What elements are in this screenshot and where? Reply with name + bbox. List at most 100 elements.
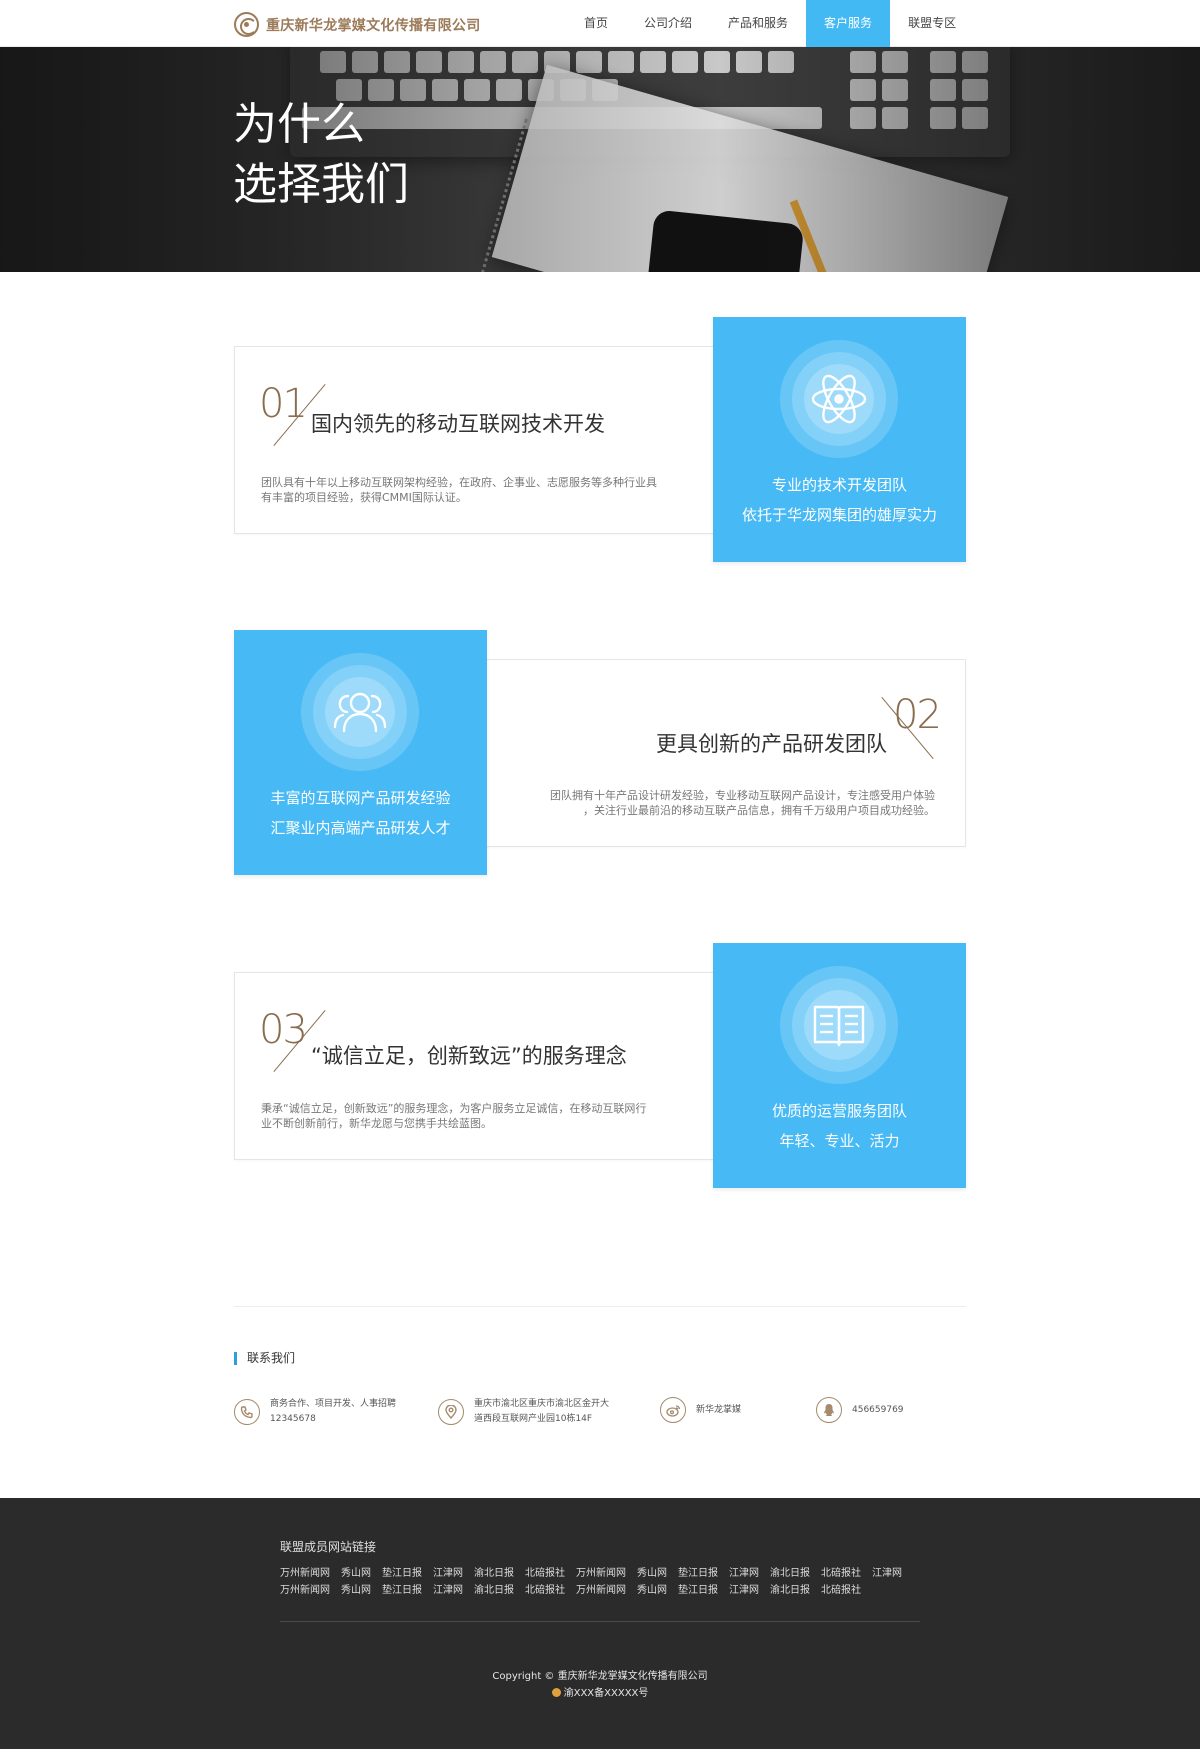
contact-item-qq[interactable]: 456659769 — [816, 1397, 904, 1423]
logo-icon — [234, 12, 259, 37]
footer-link[interactable]: 渝北日报 — [770, 1581, 810, 1596]
logo[interactable]: 重庆新华龙掌媒文化传播有限公司 — [234, 12, 481, 37]
footer-link[interactable]: 渝北日报 — [474, 1581, 514, 1596]
contact-line: 重庆市渝北区重庆市渝北区金开大 — [474, 1399, 610, 1409]
contact-line: 商务合作、项目开发、人事招聘 — [270, 1399, 397, 1409]
footer-link[interactable]: 万州新闻网 — [280, 1581, 330, 1596]
nav-item-about[interactable]: 公司介绍 — [626, 0, 710, 47]
feature-desc-line: 秉承“诚信立足，创新致远”的服务理念，为客户服务立足诚信，在移动互联网行 — [261, 1102, 647, 1115]
footer-link[interactable]: 北碚报社 — [821, 1564, 861, 1579]
feature-highlight-line2: 依托于华龙网集团的雄厚实力 — [741, 506, 937, 524]
main-nav: 首页 公司介绍 产品和服务 客户服务 联盟专区 — [566, 0, 974, 47]
footer-link[interactable]: 万州新闻网 — [576, 1564, 626, 1579]
contact-line: 新华龙掌媒 — [696, 1404, 742, 1415]
contact-item-weibo[interactable]: 新华龙掌媒 — [660, 1397, 741, 1423]
footer-link[interactable]: 江津网 — [729, 1581, 759, 1596]
footer-link[interactable]: 江津网 — [872, 1564, 902, 1579]
contact-text: 新华龙掌媒 — [696, 1403, 741, 1418]
feature-number-text: 03 — [259, 1007, 308, 1053]
phone-icon — [234, 1399, 260, 1425]
footer-link[interactable]: 江津网 — [433, 1564, 463, 1579]
feature-number-2: 02 — [877, 692, 947, 759]
footer-link[interactable]: 秀山网 — [637, 1564, 667, 1579]
feature-highlight-line2: 年轻、专业、活力 — [779, 1132, 900, 1150]
feature-card-2: 更具创新的产品研发团队 02 团队拥有十年产品设计研发经验，专业移动互联网产品设… — [484, 659, 966, 847]
footer-link[interactable]: 垫江日报 — [382, 1581, 422, 1596]
footer-link[interactable]: 万州新闻网 — [280, 1564, 330, 1579]
feature-desc-2: 团队拥有十年产品设计研发经验，专业移动互联网产品设计，专注感受用户体验 ，关注行… — [515, 788, 935, 818]
feature-highlight-3: 优质的运营服务团队 年轻、专业、活力 — [713, 943, 966, 1188]
contact-text: 456659769 — [852, 1403, 904, 1418]
contact-line: 道西段互联网产业园10栋14F — [474, 1414, 593, 1424]
feature-desc-3: 秉承“诚信立足，创新致远”的服务理念，为客户服务立足诚信，在移动互联网行 业不断… — [261, 1101, 681, 1131]
section-divider — [234, 1306, 966, 1307]
feature-desc-1: 团队具有十年以上移动互联网架构经验，在政府、企事业、志愿服务等多种行业具 有丰富… — [261, 475, 681, 505]
footer-link[interactable]: 秀山网 — [341, 1564, 371, 1579]
nav-item-customer-service[interactable]: 客户服务 — [806, 0, 891, 47]
footer-link[interactable]: 秀山网 — [341, 1581, 371, 1596]
footer-divider — [280, 1621, 920, 1622]
icon-ring — [780, 966, 898, 1084]
feature-desc-line: 业不断创新前行，新华龙愿与您携手共绘蓝图。 — [261, 1117, 492, 1130]
banner-title: 为什么 选择我们 — [233, 95, 409, 215]
footer-link[interactable]: 江津网 — [729, 1564, 759, 1579]
feature-highlight-2: 丰富的互联网产品研发经验 汇聚业内高端产品研发人才 — [234, 630, 487, 875]
footer-link[interactable]: 北碚报社 — [525, 1581, 565, 1596]
feature-number-text: 02 — [893, 692, 942, 738]
feature-highlight-1: 专业的技术开发团队 依托于华龙网集团的雄厚实力 — [713, 317, 966, 562]
icp-text: 渝XXX备XXXXX号 — [563, 1688, 649, 1699]
contact-line: 12345678 — [270, 1414, 316, 1424]
footer-links-row-1: 万州新闻网 秀山网 垫江日报 江津网 渝北日报 北碚报社 万州新闻网 秀山网 垫… — [280, 1564, 920, 1579]
contact-item-phone: 商务合作、项目开发、人事招聘 12345678 — [234, 1397, 396, 1427]
feature-desc-line: ，关注行业最前沿的移动互联产品信息，拥有千万级用户项目成功经验。 — [583, 804, 935, 817]
feature-card-3: 03 “诚信立足，创新致远”的服务理念 秉承“诚信立足，创新致远”的服务理念，为… — [234, 972, 716, 1160]
weibo-icon — [660, 1397, 686, 1423]
icon-ring — [301, 653, 419, 771]
feature-highlight-line1: 优质的运营服务团队 — [771, 1102, 907, 1120]
footer-link[interactable]: 渝北日报 — [770, 1564, 810, 1579]
feature-highlight-line1: 丰富的互联网产品研发经验 — [270, 789, 451, 807]
banner-overlay — [0, 47, 1200, 272]
footer-links-title: 联盟成员网站链接 — [280, 1540, 377, 1554]
footer-link[interactable]: 北碚报社 — [525, 1564, 565, 1579]
company-name: 重庆新华龙掌媒文化传播有限公司 — [266, 17, 481, 34]
contact-item-address: 重庆市渝北区重庆市渝北区金开大 道西段互联网产业园10栋14F — [438, 1397, 609, 1427]
nav-item-home[interactable]: 首页 — [566, 0, 626, 47]
feature-card-1: 01 国内领先的移动互联网技术开发 团队具有十年以上移动互联网架构经验，在政府、… — [234, 346, 716, 534]
footer-link[interactable]: 垫江日报 — [382, 1564, 422, 1579]
footer-link[interactable]: 北碚报社 — [821, 1581, 861, 1596]
icon-ring — [780, 340, 898, 458]
contact-line: 456659769 — [852, 1404, 904, 1415]
footer-link[interactable]: 垫江日报 — [678, 1564, 718, 1579]
police-badge-icon — [551, 1688, 561, 1697]
site-footer: 联盟成员网站链接 万州新闻网 秀山网 垫江日报 江津网 渝北日报 北碚报社 万州… — [0, 1498, 1200, 1749]
feature-number-text: 01 — [259, 381, 308, 427]
feature-desc-line: 有丰富的项目经验，获得CMMI国际认证。 — [261, 491, 467, 504]
hero-banner: 为什么 选择我们 — [0, 47, 1200, 272]
banner-title-line1: 为什么 — [233, 99, 365, 150]
footer-link[interactable]: 江津网 — [433, 1581, 463, 1596]
contact-text: 商务合作、项目开发、人事招聘 12345678 — [270, 1397, 396, 1427]
copyright-text: Copyright © 重庆新华龙掌媒文化传播有限公司 — [492, 1671, 708, 1682]
feature-highlight-line1: 专业的技术开发团队 — [771, 476, 907, 494]
footer-links-row-2: 万州新闻网 秀山网 垫江日报 江津网 渝北日报 北碚报社 万州新闻网 秀山网 垫… — [280, 1581, 920, 1596]
contact-heading: 联系我们 — [234, 1352, 295, 1365]
feature-title-1: 国内领先的移动互联网技术开发 — [311, 412, 605, 436]
feature-title-2: 更具创新的产品研发团队 — [656, 732, 887, 756]
footer-link[interactable]: 秀山网 — [637, 1581, 667, 1596]
nav-item-alliance[interactable]: 联盟专区 — [890, 0, 974, 47]
footer-link[interactable]: 万州新闻网 — [576, 1581, 626, 1596]
site-header: 重庆新华龙掌媒文化传播有限公司 首页 公司介绍 产品和服务 客户服务 联盟专区 — [0, 0, 1200, 47]
users-icon — [333, 692, 387, 733]
footer-link[interactable]: 渝北日报 — [474, 1564, 514, 1579]
feature-title-3: “诚信立足，创新致远”的服务理念 — [311, 1044, 627, 1068]
book-icon — [813, 1005, 865, 1047]
feature-highlight-line2: 汇聚业内高端产品研发人才 — [270, 819, 451, 837]
feature-desc-line: 团队具有十年以上移动互联网架构经验，在政府、企事业、志愿服务等多种行业具 — [261, 476, 657, 489]
nav-item-products[interactable]: 产品和服务 — [710, 0, 806, 47]
qq-icon — [816, 1397, 842, 1423]
icp-record[interactable]: 渝XXX备XXXXX号 — [0, 1684, 1200, 1699]
contact-text: 重庆市渝北区重庆市渝北区金开大 道西段互联网产业园10栋14F — [474, 1397, 609, 1427]
feature-desc-line: 团队拥有十年产品设计研发经验，专业移动互联网产品设计，专注感受用户体验 — [550, 789, 935, 802]
footer-link[interactable]: 垫江日报 — [678, 1581, 718, 1596]
